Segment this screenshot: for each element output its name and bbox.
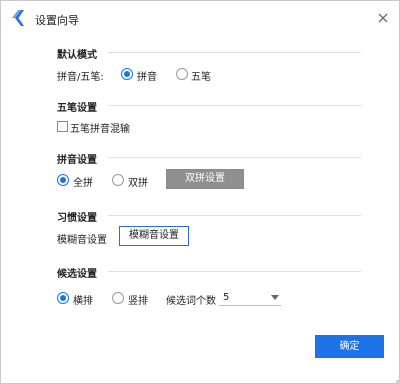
- section-title-habit: 习惯设置: [57, 213, 97, 224]
- checkbox-wubi-pinyin-mix[interactable]: [57, 121, 68, 132]
- app-logo-icon: [12, 10, 24, 26]
- fuzzy-sound-settings-button[interactable]: 模糊音设置: [119, 226, 189, 246]
- settings-wizard-dialog: 设置向导 默认模式 拼音/五笔: 拼音 五笔 五笔设置 五笔拼音混输 拼音设置 …: [0, 0, 400, 384]
- divider: [108, 271, 361, 272]
- section-title-candidates: 候选设置: [57, 269, 97, 280]
- radio-pinyin[interactable]: [121, 68, 133, 80]
- radio-vertical[interactable]: [112, 292, 124, 304]
- default-mode-label: 拼音/五笔:: [57, 72, 104, 83]
- section-title-default-mode: 默认模式: [57, 50, 97, 61]
- chevron-down-icon: [271, 295, 279, 300]
- divider: [108, 215, 361, 216]
- window-title: 设置向导: [35, 14, 79, 27]
- radio-vertical-label[interactable]: 竖排: [128, 292, 148, 307]
- radio-wubi-label[interactable]: 五笔: [191, 68, 211, 83]
- select-underline: [219, 305, 281, 306]
- section-title-wubi: 五笔设置: [57, 103, 97, 114]
- radio-double-pinyin-label[interactable]: 双拼: [128, 174, 148, 189]
- divider: [108, 157, 361, 158]
- candidate-count-label: 候选词个数: [166, 296, 216, 307]
- confirm-button[interactable]: 确定: [315, 335, 384, 358]
- divider: [108, 52, 361, 53]
- candidate-count-select[interactable]: 5: [219, 290, 281, 306]
- divider: [108, 105, 361, 106]
- radio-horizontal[interactable]: [57, 292, 69, 304]
- radio-full-pinyin[interactable]: [57, 174, 69, 186]
- radio-double-pinyin[interactable]: [112, 174, 124, 186]
- checkbox-wubi-pinyin-mix-label[interactable]: 五笔拼音混输: [70, 120, 130, 135]
- title-bar: 设置向导: [1, 1, 399, 37]
- section-title-pinyin: 拼音设置: [57, 155, 97, 166]
- radio-pinyin-label[interactable]: 拼音: [137, 68, 157, 83]
- radio-full-pinyin-label[interactable]: 全拼: [73, 174, 93, 189]
- candidate-count-value: 5: [223, 292, 230, 303]
- fuzzy-sound-label: 模糊音设置: [57, 235, 107, 246]
- close-icon[interactable]: [375, 10, 391, 26]
- radio-wubi[interactable]: [176, 68, 188, 80]
- radio-horizontal-label[interactable]: 横排: [73, 292, 93, 307]
- double-pinyin-settings-button[interactable]: 双拼设置: [166, 169, 244, 189]
- resize-grip-icon[interactable]: [396, 380, 399, 383]
